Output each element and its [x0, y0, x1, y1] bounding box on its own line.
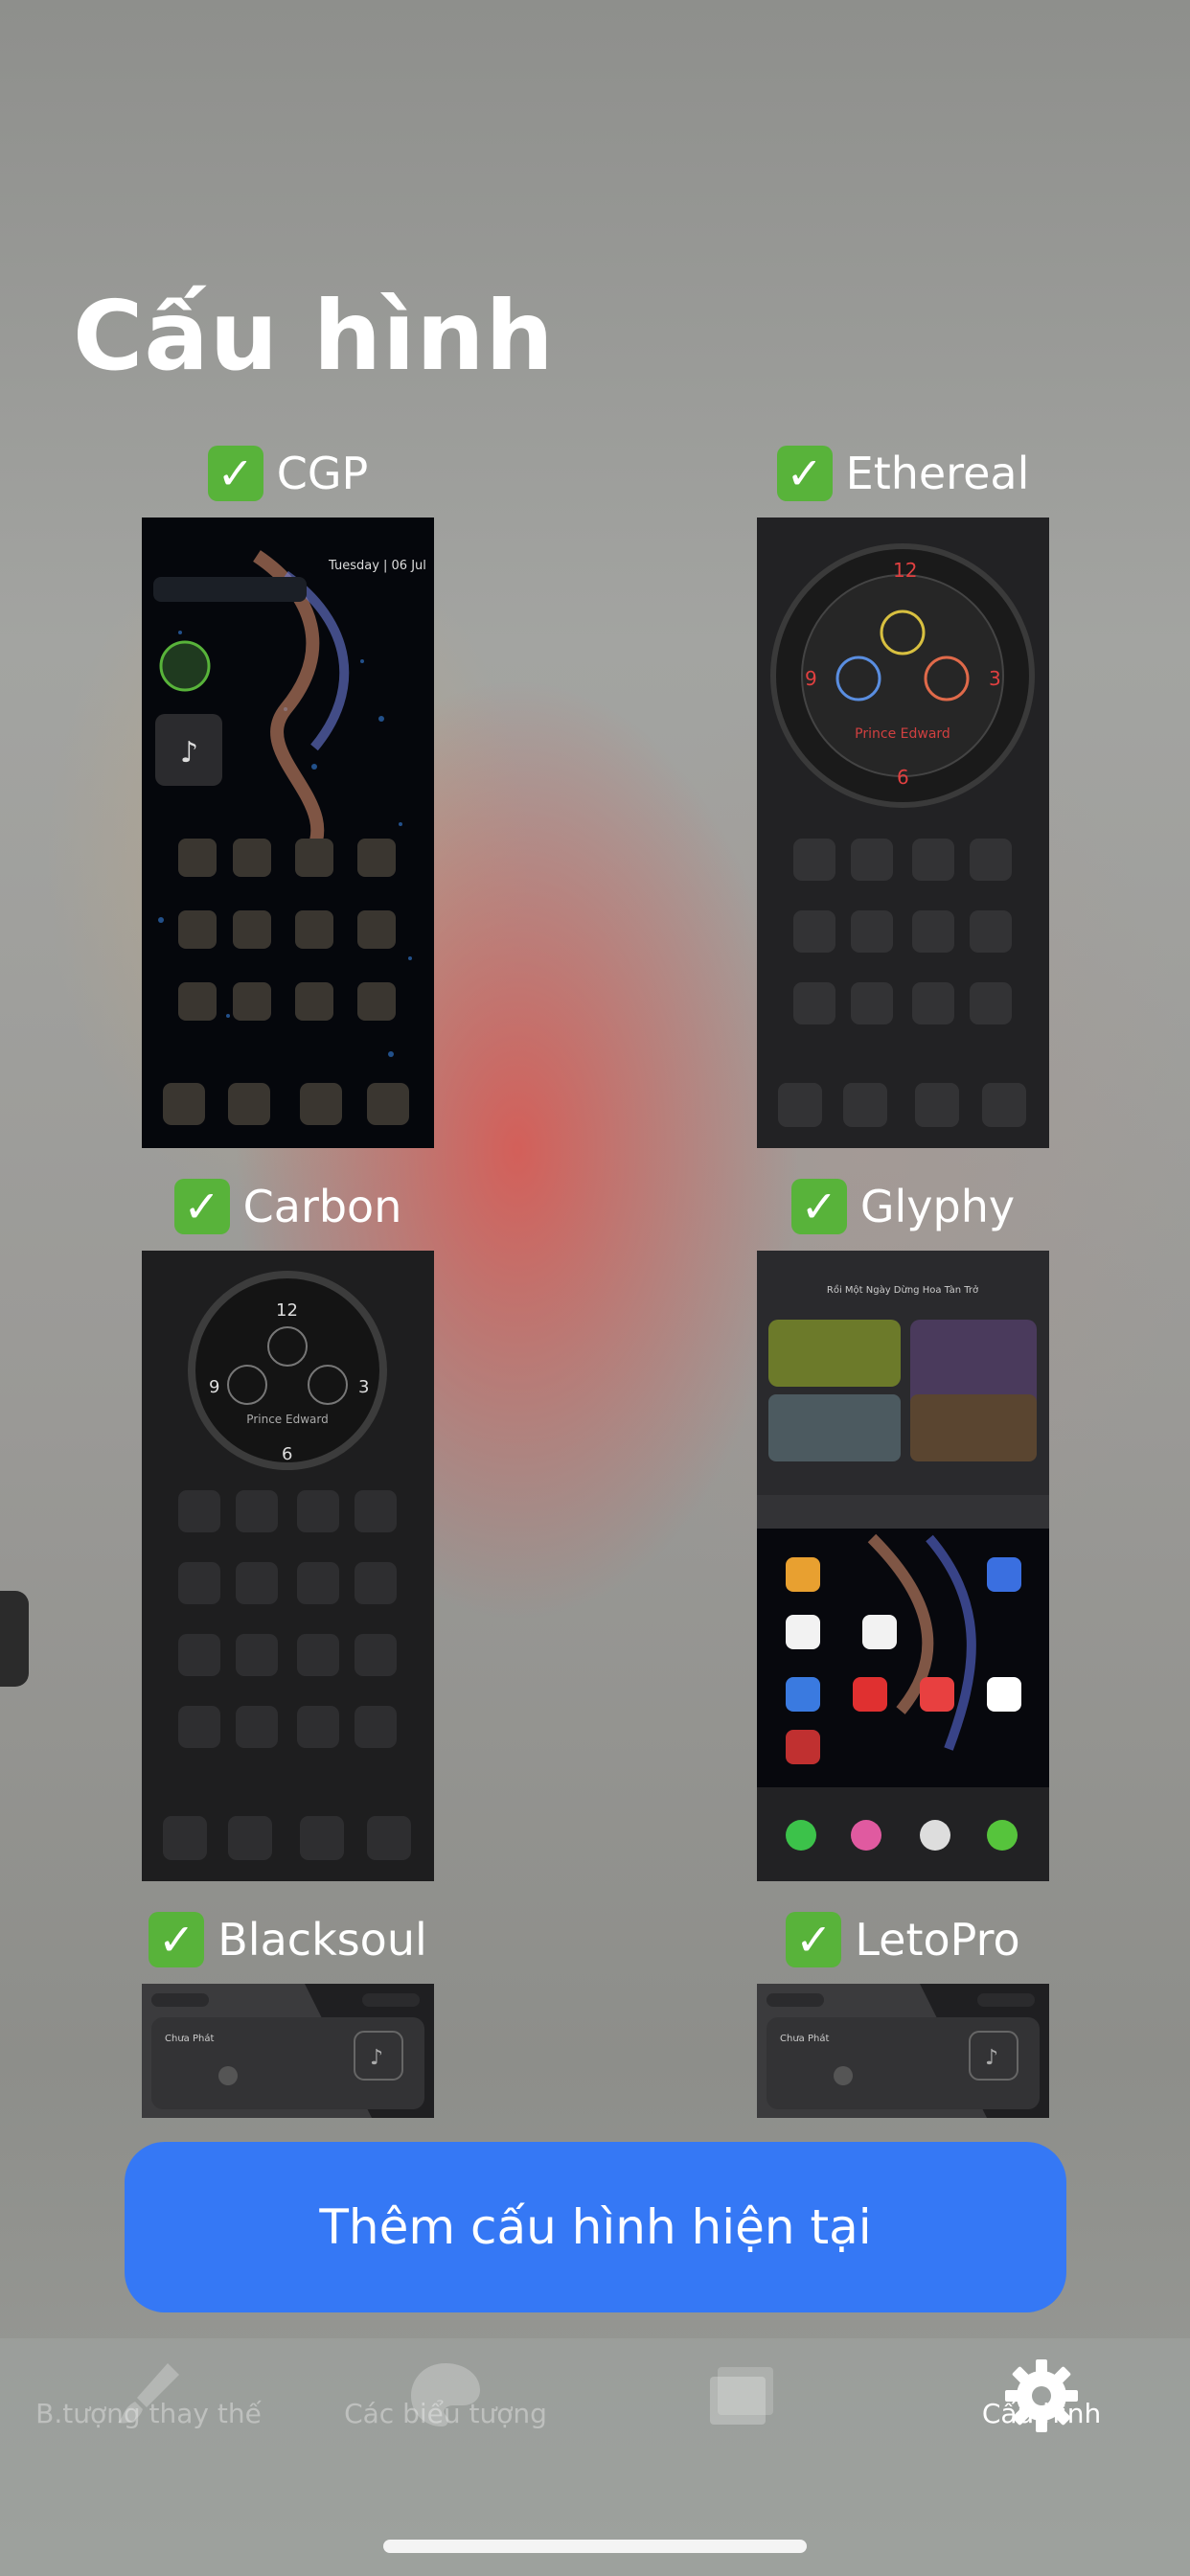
svg-text:3: 3 [358, 1377, 369, 1397]
svg-text:♪: ♪ [985, 2046, 998, 2070]
config-name: Glyphy [859, 1181, 1016, 1232]
config-label: ✓ Glyphy [699, 1176, 1107, 1237]
add-current-config-button[interactable]: Thêm cấu hình hiện tại [125, 2142, 1066, 2312]
tab-label: B.tượng thay thế [35, 2398, 262, 2429]
checkmark-icon: ✓ [207, 446, 263, 501]
svg-text:12: 12 [893, 559, 917, 582]
svg-text:Prince Edward: Prince Edward [855, 726, 950, 742]
svg-text:12: 12 [276, 1300, 298, 1321]
config-thumbnail[interactable]: Chưa Phát ♪ [142, 1984, 434, 2118]
tab-label: Các biểu tượng [344, 2398, 547, 2429]
svg-text:Rồi Một Ngày Dừng Hoa Tàn Trở: Rồi Một Ngày Dừng Hoa Tàn Trở [827, 1284, 979, 1296]
config-thumbnail[interactable]: 12 6 9 3 Prince Edward [757, 518, 1049, 1148]
svg-text:3: 3 [989, 667, 1001, 690]
svg-text:6: 6 [282, 1444, 292, 1464]
config-name: Carbon [242, 1181, 402, 1232]
config-label: ✓ Blacksoul [84, 1909, 492, 1970]
config-thumbnail[interactable]: 12 6 9 3 Prince Edward [142, 1251, 434, 1881]
svg-text:6: 6 [897, 766, 909, 789]
tab-layers[interactable] [599, 2358, 886, 2472]
date-text: Tuesday | 06 Jul [328, 559, 426, 573]
home-indicator[interactable] [383, 2540, 807, 2553]
svg-text:♪: ♪ [370, 2046, 383, 2070]
checkmark-icon: ✓ [173, 1179, 230, 1234]
config-label: ✓ Ethereal [699, 443, 1107, 504]
tab-alternate-icons[interactable]: B.tượng thay thế [5, 2358, 292, 2472]
layers-icon [710, 2367, 773, 2425]
svg-text:Chưa Phát: Chưa Phát [780, 2033, 829, 2044]
edge-handle[interactable] [0, 1591, 29, 1687]
config-label: ✓ LetoPro [699, 1909, 1107, 1970]
config-thumbnail[interactable]: Rồi Một Ngày Dừng Hoa Tàn Trở [757, 1251, 1049, 1881]
tab-icons[interactable]: Các biểu tượng [302, 2358, 589, 2472]
config-thumbnail[interactable]: Chưa Phát ♪ [757, 1984, 1049, 2118]
svg-text:Chưa Phát: Chưa Phát [165, 2033, 214, 2044]
config-label: ✓ CGP [84, 443, 492, 504]
svg-text:Prince Edward: Prince Edward [246, 1413, 328, 1426]
svg-text:9: 9 [805, 667, 817, 690]
tab-label: Cấu hình [981, 2398, 1102, 2429]
config-name: Blacksoul [217, 1914, 427, 1966]
tab-config[interactable]: Cấu hình [898, 2358, 1185, 2472]
config-name: LetoPro [855, 1914, 1020, 1966]
checkmark-icon: ✓ [786, 1912, 842, 1967]
config-label: ✓ Carbon [84, 1176, 492, 1237]
config-name: CGP [276, 448, 369, 499]
config-name: Ethereal [845, 448, 1030, 499]
svg-text:9: 9 [209, 1377, 219, 1397]
checkmark-icon: ✓ [149, 1912, 205, 1967]
page-title: Cấu hình [73, 280, 555, 392]
checkmark-icon: ✓ [776, 446, 833, 501]
config-thumbnail[interactable]: ♪ Tuesday | 06 Jul [142, 518, 434, 1148]
svg-text:♪: ♪ [180, 736, 198, 770]
checkmark-icon: ✓ [790, 1179, 847, 1234]
